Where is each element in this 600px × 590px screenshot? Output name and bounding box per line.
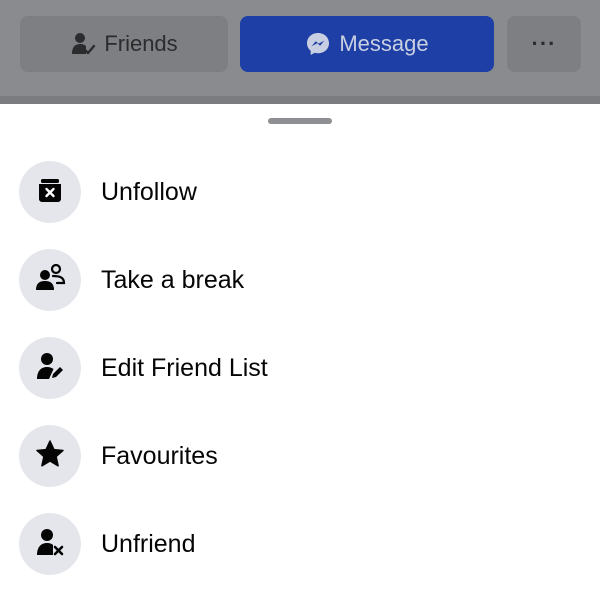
menu-item-label: Edit Friend List <box>101 353 268 382</box>
menu-icon-circle <box>19 161 81 223</box>
take-a-break-icon <box>34 262 66 299</box>
menu-item-take-a-break[interactable]: Take a break <box>0 236 600 324</box>
menu-icon-circle <box>19 513 81 575</box>
menu-item-label: Take a break <box>101 265 245 294</box>
bottom-sheet: Unfollow Take a break Edit Friend List F… <box>0 104 600 590</box>
menu-item-unfollow[interactable]: Unfollow <box>0 148 600 236</box>
friend-options-screen: Friends Message ··· Unfollow Take a brea… <box>0 0 600 590</box>
friend-check-icon <box>70 31 96 57</box>
menu-item-favourites[interactable]: Favourites <box>0 412 600 500</box>
message-button-label: Message <box>339 31 429 56</box>
dimmed-profile-actions[interactable]: Friends Message ··· <box>0 0 600 104</box>
menu-icon-circle <box>19 337 81 399</box>
edit-friend-list-icon <box>35 351 65 386</box>
menu-item-label: Favourites <box>101 441 218 470</box>
unfriend-icon <box>35 527 65 562</box>
menu-item-label: Unfriend <box>101 529 196 558</box>
friends-button-label: Friends <box>104 31 178 56</box>
sheet-drag-handle[interactable] <box>268 118 332 124</box>
menu-item-label: Unfollow <box>101 177 197 206</box>
menu-icon-circle <box>19 425 81 487</box>
star-icon <box>35 439 65 474</box>
friend-options-menu: Unfollow Take a break Edit Friend List F… <box>0 148 600 588</box>
dimmed-divider <box>0 96 600 104</box>
more-options-button[interactable]: ··· <box>507 16 581 72</box>
menu-icon-circle <box>19 249 81 311</box>
menu-item-unfriend[interactable]: Unfriend <box>0 500 600 588</box>
unfollow-box-icon <box>35 175 65 210</box>
more-dots-icon: ··· <box>531 31 557 56</box>
menu-item-edit-friend-list[interactable]: Edit Friend List <box>0 324 600 412</box>
message-button[interactable]: Message <box>240 16 494 72</box>
friends-button[interactable]: Friends <box>20 16 228 72</box>
messenger-icon <box>305 31 331 57</box>
